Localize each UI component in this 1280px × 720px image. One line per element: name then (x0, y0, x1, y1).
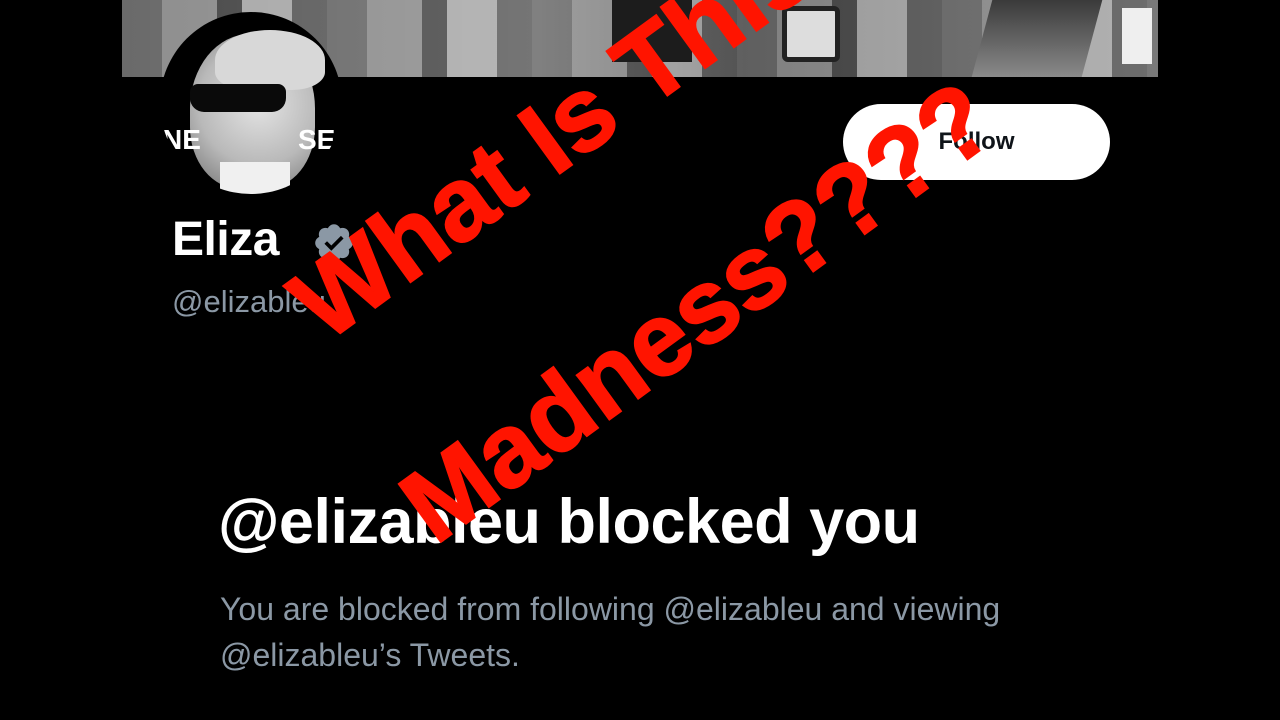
verified-badge-icon (315, 224, 353, 262)
avatar-sign-left: NE (162, 124, 201, 155)
follow-button[interactable]: Follow (843, 104, 1110, 180)
profile-handle: @elizableu (172, 284, 326, 319)
avatar[interactable]: NE SE (160, 12, 342, 194)
avatar-sign-right: SE (298, 124, 336, 155)
blocked-title: @elizableu blocked you (218, 487, 920, 557)
blocked-description: You are blocked from following @elizable… (220, 591, 1001, 673)
profile-display-name: Eliza (172, 213, 279, 266)
